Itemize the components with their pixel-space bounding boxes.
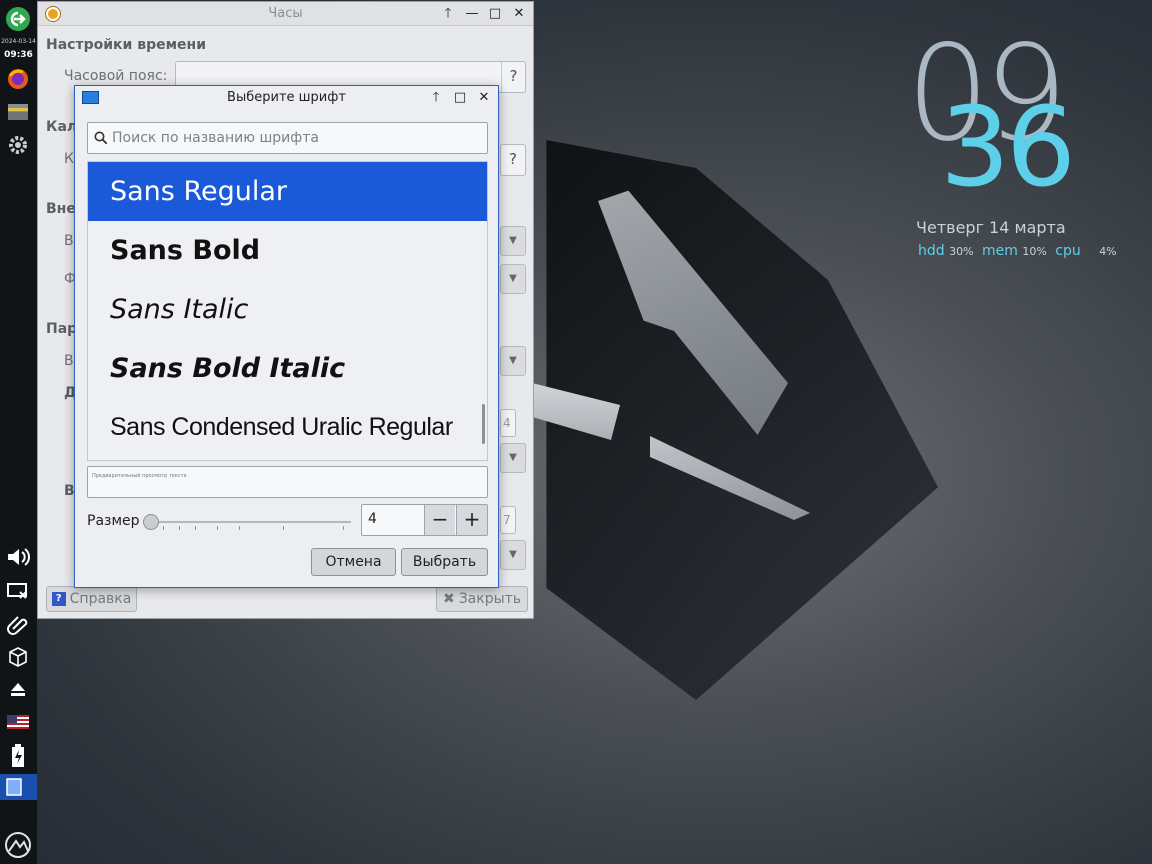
help-icon[interactable]: ? (501, 62, 525, 92)
maximize-button[interactable]: □ (485, 4, 505, 24)
left-panel: 2024-03-14 09:36 (0, 0, 37, 864)
font-list-item[interactable]: Sans Bold (88, 221, 487, 280)
logout-icon[interactable] (3, 4, 33, 34)
menu-logo-icon[interactable] (3, 830, 33, 860)
section-heading: Вне (46, 201, 76, 217)
close-button[interactable]: ✕ (509, 4, 529, 24)
slider-tick (239, 526, 240, 530)
decrease-button[interactable]: − (424, 505, 455, 535)
preview-text-field[interactable]: Предварительный просмотр текста (87, 466, 488, 498)
stat-value: 4% (1099, 245, 1117, 258)
slider-tick (195, 526, 196, 530)
keyboard-layout-flag-icon[interactable] (3, 707, 33, 737)
font-chooser-dialog: Выберите шрифт 🡑 □ ✕ Sans Regular Sans B… (74, 85, 499, 588)
chevron-down-icon[interactable]: ▼ (500, 226, 526, 256)
calendar-field[interactable]: ? (500, 144, 526, 176)
window-task-icon[interactable] (0, 772, 29, 802)
size-slider[interactable] (143, 514, 351, 530)
stat-label: cpu (1055, 243, 1081, 259)
conky-minute: 36 (940, 83, 1076, 211)
chevron-down-icon[interactable]: ▼ (500, 540, 526, 570)
search-icon (94, 131, 108, 145)
help-button-label: Справка (69, 591, 132, 607)
size-input[interactable] (368, 511, 418, 527)
package-icon[interactable] (3, 642, 33, 672)
spin-field[interactable]: 4 (500, 409, 516, 437)
slider-tick (163, 526, 164, 530)
select-button[interactable]: Выбрать (401, 548, 488, 576)
chevron-down-icon[interactable]: ▼ (500, 443, 526, 473)
search-input[interactable] (112, 130, 482, 146)
field-label: В (64, 353, 74, 369)
font-list-item[interactable]: Sans Regular (88, 162, 487, 221)
close-icon: ✖ (442, 591, 455, 607)
spin-field[interactable]: 7 (500, 506, 516, 534)
keep-above-button[interactable]: 🡑 (438, 4, 458, 24)
cancel-button[interactable]: Отмена (311, 548, 396, 576)
stat-label: mem (982, 243, 1018, 259)
window-title: Часы (268, 6, 303, 21)
conky-stats: hdd 30% mem 10% cpu 4% (918, 243, 1121, 259)
slider-handle[interactable] (143, 514, 159, 530)
font-list-item[interactable]: Sans Condensed Uralic Regular (88, 398, 487, 457)
close-button[interactable]: ✕ (474, 88, 494, 108)
stat-label: hdd (918, 243, 945, 259)
slider-tick (283, 526, 284, 530)
eject-icon[interactable] (3, 675, 33, 705)
font-search-box[interactable] (87, 122, 488, 154)
close-window-button[interactable]: ✖ Закрыть (436, 586, 528, 612)
font-list-item[interactable]: Sans Bold Italic (88, 339, 487, 398)
size-label: Размер (87, 513, 140, 529)
clipboard-icon[interactable] (3, 610, 33, 640)
keep-above-button[interactable]: 🡑 (426, 88, 446, 108)
conky-date: Четверг 14 марта (916, 218, 1066, 237)
section-heading: Настройки времени (46, 37, 207, 53)
battery-icon[interactable] (3, 741, 33, 771)
network-icon[interactable] (3, 576, 33, 606)
increase-button[interactable]: + (456, 505, 487, 535)
field-label: К (64, 151, 74, 167)
minimize-button[interactable]: — (462, 4, 482, 24)
section-heading: Пар (46, 321, 78, 337)
section-heading: Кал (46, 119, 78, 135)
slider-tick (217, 526, 218, 530)
panel-date: 2024-03-14 (1, 38, 36, 45)
size-spinbox[interactable]: − + (361, 504, 488, 536)
firefox-icon[interactable] (3, 64, 33, 94)
maximize-button[interactable]: □ (450, 88, 470, 108)
stat-value: 30% (949, 245, 974, 258)
field-label: В (64, 233, 74, 249)
font-list-item[interactable]: Sans Italic (88, 280, 487, 339)
list-scrollbar[interactable] (482, 404, 485, 444)
close-button-label: Закрыть (458, 591, 522, 607)
panel-clock[interactable]: 09:36 (0, 50, 37, 60)
help-icon[interactable]: ? (501, 145, 525, 175)
stat-value: 10% (1022, 245, 1047, 258)
chevron-down-icon[interactable]: ▼ (500, 264, 526, 294)
slider-tick (179, 526, 180, 530)
chevron-down-icon[interactable]: ▼ (500, 346, 526, 376)
slider-track (143, 521, 351, 523)
help-button[interactable]: ? Справка (46, 586, 137, 612)
help-icon: ? (51, 592, 66, 606)
dialog-titlebar[interactable]: Выберите шрифт 🡑 □ ✕ (75, 86, 498, 110)
slider-tick (343, 526, 344, 530)
font-list[interactable]: Sans Regular Sans Bold Sans Italic Sans … (87, 161, 488, 461)
window-titlebar[interactable]: Часы 🡑 — □ ✕ (38, 2, 533, 26)
timezone-label: Часовой пояс: (64, 68, 168, 84)
file-manager-icon[interactable] (3, 97, 33, 127)
volume-icon[interactable] (3, 542, 33, 572)
settings-icon[interactable] (3, 130, 33, 160)
